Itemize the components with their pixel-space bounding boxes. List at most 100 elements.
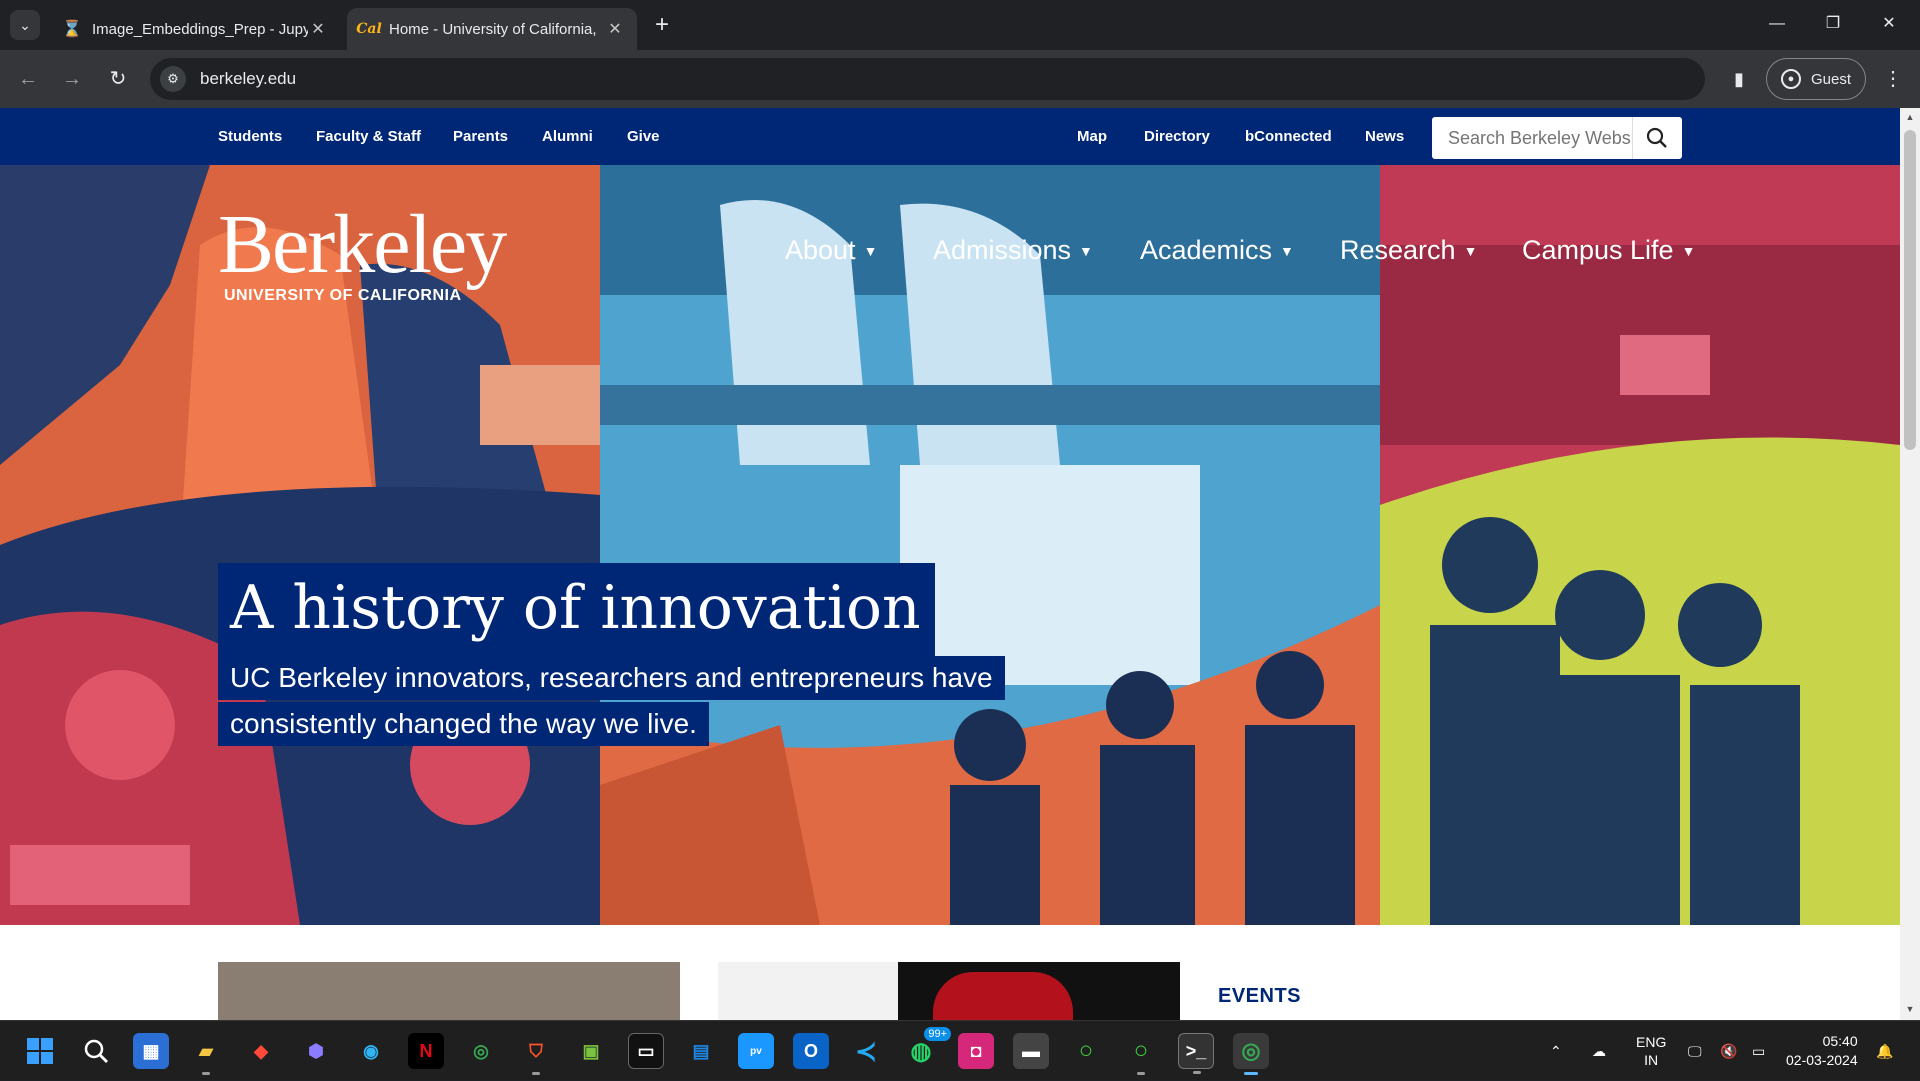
utility-link-give[interactable]: Give: [627, 128, 660, 145]
scrollbar-thumb[interactable]: [1904, 130, 1916, 450]
utility-link-students[interactable]: Students: [218, 128, 282, 145]
caret-down-icon: ▼: [1079, 242, 1093, 259]
utility-link-map[interactable]: Map: [1077, 128, 1107, 145]
hourglass-icon: ⌛: [62, 21, 82, 38]
caret-down-icon: ▼: [1280, 242, 1294, 259]
url-text[interactable]: berkeley.edu: [200, 69, 296, 89]
photos-icon[interactable]: ▣: [573, 1033, 609, 1069]
page-scrollbar[interactable]: ▲ ▼: [1900, 108, 1920, 1020]
terminal-icon[interactable]: >_: [1178, 1033, 1214, 1074]
site-search-input[interactable]: [1432, 118, 1632, 158]
clock[interactable]: 05:40 02-03-2024: [1786, 1021, 1858, 1081]
profile-icon: ●: [1781, 69, 1801, 89]
tab-berkeley[interactable]: Cal Home - University of California, ✕: [347, 8, 637, 50]
file-explorer-icon[interactable]: ▰: [188, 1033, 224, 1075]
utility-bar: Students Faculty & Staff Parents Alumni …: [0, 108, 1900, 165]
app-ring-icon[interactable]: ○: [1068, 1033, 1104, 1069]
copilot-icon[interactable]: ⬢: [298, 1033, 334, 1069]
address-bar[interactable]: ⚙ berkeley.edu: [150, 58, 1705, 100]
utility-link-news[interactable]: News: [1365, 128, 1404, 145]
terminal-icon[interactable]: ▭: [628, 1033, 664, 1069]
notification-bell-icon[interactable]: 🔔: [1876, 1021, 1893, 1081]
nav-about[interactable]: About ▼: [785, 235, 877, 266]
new-tab-button[interactable]: +: [648, 12, 676, 40]
close-window-button[interactable]: ✕: [1864, 6, 1914, 42]
nav-research[interactable]: Research ▼: [1340, 235, 1477, 266]
nav-admissions[interactable]: Admissions ▼: [933, 235, 1093, 266]
prime-video-icon[interactable]: pv: [738, 1033, 774, 1069]
edge-icon[interactable]: ◉: [353, 1033, 389, 1069]
app-diamond-icon[interactable]: ◆: [243, 1033, 279, 1069]
nav-academics-label: Academics: [1140, 235, 1273, 265]
berkeley-logo[interactable]: Berkeley UNIVERSITY OF CALIFORNIA: [218, 198, 507, 305]
utility-link-directory[interactable]: Directory: [1144, 128, 1210, 145]
caret-down-icon: ▼: [1681, 242, 1696, 259]
clock-date: 02-03-2024: [1786, 1052, 1858, 1068]
clock-time: 05:40: [1822, 1033, 1858, 1049]
utility-link-bconnected[interactable]: bConnected: [1245, 128, 1332, 145]
minimize-button[interactable]: —: [1752, 6, 1802, 42]
chrome-icon[interactable]: ◎: [1233, 1033, 1269, 1075]
microsoft-store-icon[interactable]: ▦: [133, 1033, 169, 1069]
outlook-icon[interactable]: O: [793, 1033, 829, 1069]
forward-button[interactable]: →: [56, 63, 88, 95]
scroll-down-icon[interactable]: ▼: [1904, 1004, 1916, 1016]
language-indicator[interactable]: ENG IN: [1636, 1021, 1666, 1081]
nav-academics[interactable]: Academics ▼: [1140, 235, 1294, 266]
brave-icon[interactable]: ⛉: [518, 1033, 554, 1075]
caret-down-icon: ▼: [1463, 242, 1478, 259]
reload-button[interactable]: ↻: [102, 63, 134, 95]
side-panel-icon[interactable]: ▮: [1726, 66, 1752, 92]
show-hidden-icons[interactable]: ⌃: [1550, 1021, 1562, 1081]
battery-icon[interactable]: ▭: [1752, 1021, 1765, 1081]
back-button[interactable]: ←: [12, 63, 44, 95]
nav-about-label: About: [785, 235, 856, 265]
app-ring-icon[interactable]: ○: [1123, 1033, 1159, 1075]
cal-icon: Cal: [356, 21, 382, 37]
search-icon[interactable]: [78, 1033, 114, 1069]
utility-link-alumni[interactable]: Alumni: [542, 128, 593, 145]
content-section: EVENTS: [0, 925, 1900, 1020]
hero-banner: Berkeley UNIVERSITY OF CALIFORNIA About ▼…: [0, 165, 1900, 925]
tab-title: Home - University of California,: [389, 20, 597, 38]
app-window-icon[interactable]: ▤: [683, 1033, 719, 1069]
onedrive-icon[interactable]: ☁: [1592, 1021, 1606, 1081]
news-card-image[interactable]: [218, 962, 680, 1020]
taskbar: ▦ ▰ ◆ ⬢ ◉ N ◎ ⛉ ▣ ▭ ▤ pv O ≺ ◍ 99+ ◘ ▬ ○ …: [0, 1020, 1920, 1080]
site-search: [1432, 117, 1682, 159]
restore-button[interactable]: ❐: [1808, 6, 1858, 42]
netflix-icon[interactable]: N: [408, 1033, 444, 1069]
volume-muted-icon[interactable]: 🔇: [1720, 1021, 1737, 1081]
utility-link-faculty-staff[interactable]: Faculty & Staff: [316, 128, 421, 145]
whatsapp-icon[interactable]: ◍ 99+: [903, 1027, 951, 1069]
profile-button[interactable]: ● Guest: [1766, 58, 1866, 100]
chrome-icon[interactable]: ◎: [463, 1033, 499, 1069]
tab-jupyter[interactable]: ⌛ Image_Embeddings_Prep - Jupy ✕: [50, 8, 340, 50]
language-code: ENG: [1636, 1034, 1667, 1050]
windows-start-icon[interactable]: [22, 1033, 58, 1069]
utility-link-parents[interactable]: Parents: [453, 128, 508, 145]
nav-campus-life[interactable]: Campus Life ▼: [1522, 235, 1695, 266]
site-info-icon[interactable]: ⚙: [160, 66, 186, 92]
nav-research-label: Research: [1340, 235, 1456, 265]
news-card-image[interactable]: [718, 962, 1180, 1020]
tab-search-button[interactable]: ⌄: [10, 10, 40, 40]
hero-subtitle-line-1: UC Berkeley innovators, researchers and …: [218, 656, 1005, 700]
network-icon[interactable]: 🖵: [1688, 1021, 1702, 1081]
scroll-up-icon[interactable]: ▲: [1904, 112, 1916, 124]
notification-badge: 99+: [924, 1027, 951, 1041]
profile-label: Guest: [1811, 70, 1852, 88]
logo-wordmark: Berkeley: [218, 198, 507, 291]
events-heading: EVENTS: [1218, 985, 1302, 1007]
vscode-icon[interactable]: ≺: [848, 1033, 884, 1069]
hero-title: A history of innovation: [218, 563, 935, 657]
hero-subtitle-line-2: consistently changed the way we live.: [218, 702, 709, 746]
close-tab-icon[interactable]: ✕: [605, 19, 625, 39]
search-icon[interactable]: [1632, 117, 1680, 159]
app-window-icon[interactable]: ▬: [1013, 1033, 1049, 1069]
caret-down-icon: ▼: [863, 242, 878, 259]
instagram-icon[interactable]: ◘: [958, 1033, 994, 1069]
chevron-down-icon: ⌄: [19, 16, 31, 33]
more-menu-icon[interactable]: ⋮: [1880, 63, 1906, 95]
close-tab-icon[interactable]: ✕: [308, 19, 328, 39]
